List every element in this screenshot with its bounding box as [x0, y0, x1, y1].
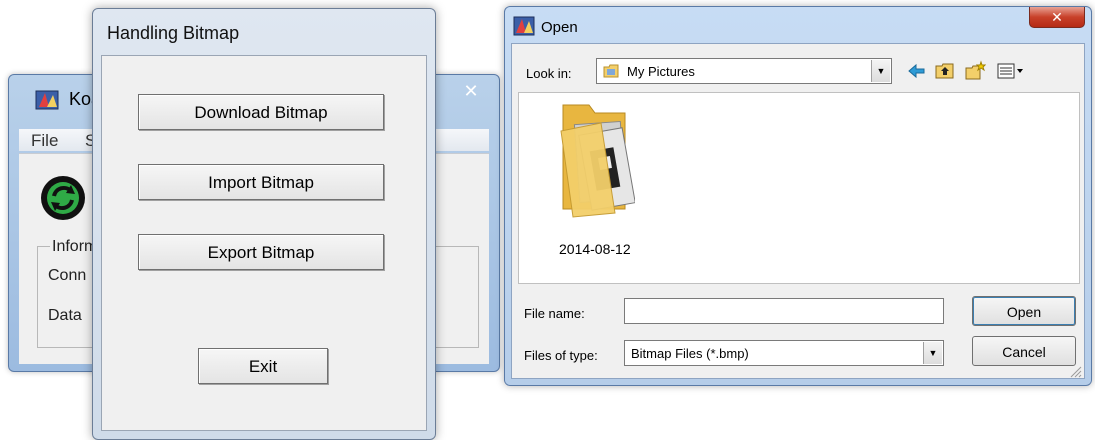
- look-in-dropdown[interactable]: My Pictures ▼: [596, 58, 892, 84]
- back-arrow-icon[interactable]: [906, 60, 928, 82]
- open-file-dialog: Open ✕ Look in: My Pictures ▼ 2014-08-12…: [504, 6, 1092, 386]
- pictures-folder-icon: [603, 64, 619, 78]
- sync-icon[interactable]: [41, 176, 85, 220]
- menu-file[interactable]: File: [31, 131, 58, 151]
- chevron-down-icon[interactable]: ▼: [923, 342, 942, 364]
- open-dialog-client-area: Look in: My Pictures ▼ 2014-08-12 File n…: [511, 43, 1085, 379]
- list-item[interactable]: 2014-08-12: [547, 101, 647, 261]
- app-icon: [513, 15, 537, 37]
- app-icon: [35, 89, 61, 111]
- cancel-button[interactable]: Cancel: [972, 336, 1076, 366]
- handling-bitmap-dialog: Handling Bitmap Download Bitmap Import B…: [92, 8, 436, 440]
- open-button[interactable]: Open: [972, 296, 1076, 326]
- resize-grip-icon[interactable]: [1068, 364, 1082, 378]
- import-bitmap-button[interactable]: Import Bitmap: [138, 164, 384, 200]
- dialog-title: Open: [541, 19, 578, 36]
- look-in-label: Look in:: [526, 66, 572, 81]
- exit-button[interactable]: Exit: [198, 348, 328, 384]
- dialog-title: Handling Bitmap: [107, 23, 240, 43]
- file-name-label: File name:: [524, 306, 585, 321]
- folder-icon: [555, 101, 636, 221]
- download-bitmap-button[interactable]: Download Bitmap: [138, 94, 384, 130]
- connection-label: Conn: [48, 267, 87, 284]
- file-type-label: Files of type:: [524, 348, 598, 363]
- folder-label: 2014-08-12: [559, 241, 631, 257]
- up-folder-icon[interactable]: [934, 60, 956, 82]
- file-list[interactable]: 2014-08-12: [518, 92, 1080, 284]
- look-in-value: My Pictures: [627, 64, 695, 79]
- dialog-client-area: Download Bitmap Import Bitmap Export Bit…: [101, 55, 427, 431]
- file-type-value: Bitmap Files (*.bmp): [631, 346, 749, 361]
- close-icon[interactable]: ✕: [1029, 7, 1085, 28]
- file-name-input[interactable]: [624, 298, 944, 324]
- data-label: Data: [48, 307, 82, 324]
- chevron-down-icon[interactable]: ▼: [871, 60, 890, 82]
- close-icon[interactable]: ✕: [449, 80, 493, 102]
- new-folder-icon[interactable]: [964, 60, 987, 82]
- export-bitmap-button[interactable]: Export Bitmap: [138, 234, 384, 270]
- views-menu-icon[interactable]: [996, 60, 1026, 82]
- file-type-dropdown[interactable]: Bitmap Files (*.bmp) ▼: [624, 340, 944, 366]
